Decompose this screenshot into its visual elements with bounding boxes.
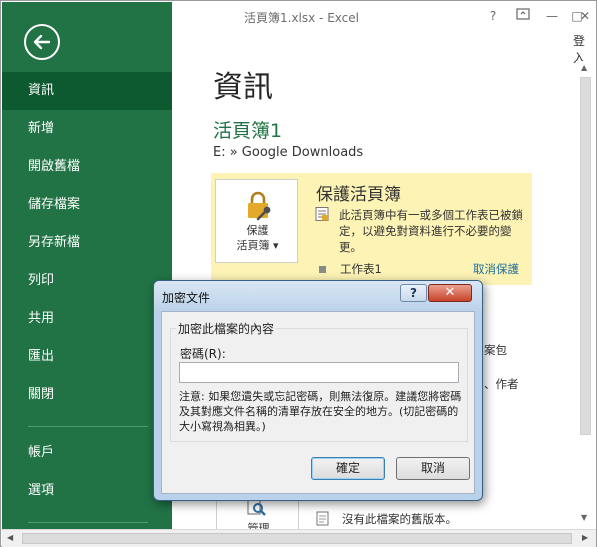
vertical-scrollbar[interactable]: ▲ ▼ <box>576 61 595 529</box>
backstage-nav-bottom: 帳戶 選項 <box>2 434 172 510</box>
minimize-button[interactable]: — <box>543 8 561 24</box>
ribbon-display-icon <box>516 8 530 20</box>
workbook-name: 活頁簿1 <box>213 120 283 142</box>
nav-item-print[interactable]: 列印 <box>2 262 172 300</box>
horizontal-scrollbar[interactable]: ◀ ▶ <box>2 529 596 547</box>
protect-button-label-line1: 保護 <box>246 224 269 237</box>
manage-label: 管理 <box>247 522 270 529</box>
protected-sheet-row: 工作表1 <box>319 261 382 277</box>
document-icon <box>315 207 329 221</box>
protect-button-label-line2: 活頁簿 ▾ <box>236 239 279 252</box>
protect-workbook-section: 保護 活頁簿 ▾ 保護活頁簿 此活頁簿中有一或多個工作表已被鎖定，以避免對資料進… <box>211 173 532 285</box>
cancel-button[interactable]: 取消 <box>396 457 470 480</box>
horizontal-scroll-thumb[interactable] <box>22 533 572 544</box>
unprotect-link[interactable]: 取消保護 <box>473 261 519 277</box>
protect-workbook-button[interactable]: 保護 活頁簿 ▾ <box>215 179 298 263</box>
partial-text-package: 案包 <box>484 343 507 357</box>
window-title: 活頁簿1.xlsx - Excel <box>244 11 359 25</box>
document-icon <box>316 511 329 526</box>
nav-divider <box>28 522 148 523</box>
scroll-up-arrow[interactable]: ▲ <box>581 63 587 72</box>
workbook-path[interactable]: E: » Google Downloads <box>213 145 363 160</box>
scroll-down-arrow[interactable]: ▼ <box>581 513 587 522</box>
vertical-scroll-thumb[interactable] <box>580 77 591 435</box>
bullet-icon <box>319 266 326 273</box>
nav-item-options[interactable]: 選項 <box>2 472 172 510</box>
page-title: 資訊 <box>213 70 273 105</box>
partial-text-author: 、作者 <box>484 377 519 391</box>
encrypt-document-dialog: 加密文件 ? ✕ 加密此檔案的內容 密碼(R): 注意: 如果您遺失或忘記密碼，… <box>153 280 483 501</box>
title-bar: 活頁簿1.xlsx - Excel ? — □ <box>172 2 597 32</box>
nav-item-export[interactable]: 匯出 <box>2 338 172 376</box>
dialog-title-bar[interactable]: 加密文件 ? ✕ <box>154 281 482 311</box>
password-label: 密碼(R): <box>180 347 226 361</box>
nav-divider <box>28 426 148 427</box>
nav-item-new[interactable]: 新增 <box>2 110 172 148</box>
back-button[interactable] <box>24 24 60 60</box>
scroll-left-arrow[interactable]: ◀ <box>7 533 13 542</box>
protected-sheet-name: 工作表1 <box>340 262 382 276</box>
ribbon-options-button[interactable] <box>514 8 532 24</box>
ok-button[interactable]: 確定 <box>311 457 385 480</box>
protect-workbook-title: 保護活頁簿 <box>316 185 401 205</box>
back-arrow-icon <box>33 34 51 50</box>
no-versions-text: 沒有此檔案的舊版本。 <box>342 512 457 526</box>
close-window-button[interactable]: ✕ <box>576 8 594 24</box>
password-note: 注意: 如果您遺失或忘記密碼，則無法復原。建議您將密碼及其對應文件名稱的清單存放… <box>179 390 462 433</box>
group-title: 加密此檔案的內容 <box>176 320 277 337</box>
help-button[interactable]: ? <box>484 8 502 24</box>
password-input[interactable] <box>179 362 459 383</box>
nav-item-close[interactable]: 關閉 <box>2 376 172 414</box>
dialog-title: 加密文件 <box>162 291 211 305</box>
backstage-nav: 資訊 新增 開啟舊檔 儲存檔案 另存新檔 列印 共用 匯出 關閉 <box>2 72 172 414</box>
dialog-help-button[interactable]: ? <box>400 284 427 302</box>
lock-key-icon <box>248 191 271 221</box>
excel-window: 資訊 新增 開啟舊檔 儲存檔案 另存新檔 列印 共用 匯出 關閉 帳戶 選項 活… <box>0 0 597 547</box>
nav-item-save[interactable]: 儲存檔案 <box>2 186 172 224</box>
nav-item-info[interactable]: 資訊 <box>2 72 172 110</box>
dialog-close-button[interactable]: ✕ <box>428 284 472 302</box>
protect-description: 此活頁簿中有一或多個工作表已被鎖定，以避免對資料進行不必要的變更。 <box>339 208 523 254</box>
backstage-sidebar: 資訊 新增 開啟舊檔 儲存檔案 另存新檔 列印 共用 匯出 關閉 帳戶 選項 <box>2 2 172 529</box>
protect-button-label: 保護 活頁簿 ▾ <box>216 223 299 253</box>
nav-item-share[interactable]: 共用 <box>2 300 172 338</box>
nav-item-save-as[interactable]: 另存新檔 <box>2 224 172 262</box>
dialog-body: 加密此檔案的內容 密碼(R): 注意: 如果您遺失或忘記密碼，則無法復原。建議您… <box>161 311 475 494</box>
nav-item-open[interactable]: 開啟舊檔 <box>2 148 172 186</box>
scroll-right-arrow[interactable]: ▶ <box>582 533 588 542</box>
nav-item-account[interactable]: 帳戶 <box>2 434 172 472</box>
